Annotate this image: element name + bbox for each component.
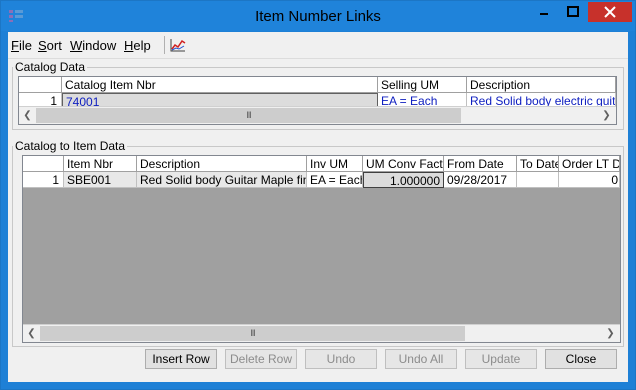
um-conv-factor-cell[interactable]: 1.000000 <box>363 172 444 188</box>
col-description[interactable]: Description <box>467 77 616 93</box>
item-description-cell[interactable]: Red Solid body Guitar Maple fingerboard <box>137 172 307 188</box>
col-to-date[interactable]: To Date <box>517 156 559 172</box>
col-item-nbr[interactable]: Item Nbr <box>64 156 137 172</box>
title-bar[interactable]: Item Number Links <box>1 1 635 31</box>
minimize-button[interactable] <box>530 2 558 22</box>
order-lt-cell[interactable]: 0 <box>559 172 620 188</box>
col-selling-um[interactable]: Selling UM <box>378 77 467 93</box>
catalog-to-item-hscrollbar[interactable]: ❮ III ❯ <box>23 324 620 342</box>
col-order-lt[interactable]: Order LT Da <box>559 156 620 172</box>
catalog-data-hscrollbar[interactable]: ❮ III ❯ <box>19 106 616 124</box>
menu-separator <box>164 36 165 54</box>
close-icon <box>604 6 616 18</box>
close-button[interactable]: Close <box>545 349 617 369</box>
col-um-conv-factor[interactable]: UM Conv Factor <box>363 156 444 172</box>
col-inv-um[interactable]: Inv UM <box>307 156 363 172</box>
delete-row-button[interactable]: Delete Row <box>225 349 297 369</box>
menu-file[interactable]: File <box>11 38 32 53</box>
update-button[interactable]: Update <box>465 349 537 369</box>
scroll-left-icon[interactable]: ❮ <box>19 107 36 124</box>
col-catalog-item-nbr[interactable]: Catalog Item Nbr <box>62 77 378 93</box>
menu-help[interactable]: Help <box>124 38 151 53</box>
scroll-right-icon[interactable]: ❯ <box>602 325 619 342</box>
scroll-thumb[interactable]: III <box>40 326 465 341</box>
close-window-button[interactable] <box>588 2 632 22</box>
row-number: 1 <box>23 172 64 188</box>
chart-icon[interactable] <box>170 38 186 52</box>
col-description[interactable]: Description <box>137 156 307 172</box>
inv-um-cell[interactable]: EA = Each <box>307 172 363 188</box>
row-header-corner <box>19 77 62 93</box>
item-nbr-cell[interactable]: SBE001 <box>64 172 137 188</box>
scroll-right-icon[interactable]: ❯ <box>598 107 615 124</box>
maximize-button[interactable] <box>559 2 587 22</box>
catalog-data-grid: Catalog Item Nbr Selling UM Description … <box>18 76 617 125</box>
insert-row-button[interactable]: Insert Row <box>145 349 217 369</box>
from-date-cell[interactable]: 09/28/2017 <box>444 172 517 188</box>
menu-window[interactable]: Window <box>70 38 116 53</box>
menu-sort[interactable]: Sort <box>38 38 62 53</box>
undo-all-button[interactable]: Undo All <box>385 349 457 369</box>
catalog-to-item-legend: Catalog to Item Data <box>15 139 126 153</box>
col-from-date[interactable]: From Date <box>444 156 517 172</box>
minimize-icon <box>540 13 548 15</box>
scroll-thumb[interactable]: III <box>36 108 461 123</box>
scroll-left-icon[interactable]: ❮ <box>23 325 40 342</box>
row-header-corner <box>23 156 64 172</box>
undo-button[interactable]: Undo <box>305 349 377 369</box>
app-window: Item Number Links File Sort Window Help … <box>0 0 636 390</box>
catalog-data-legend: Catalog Data <box>15 60 86 74</box>
menu-bar: File Sort Window Help <box>8 32 628 59</box>
client-area: File Sort Window Help Catalog Data Catal… <box>8 32 628 382</box>
maximize-icon <box>567 6 579 17</box>
catalog-to-item-grid: Item Nbr Description Inv UM UM Conv Fact… <box>22 155 621 343</box>
to-date-cell[interactable] <box>517 172 559 188</box>
